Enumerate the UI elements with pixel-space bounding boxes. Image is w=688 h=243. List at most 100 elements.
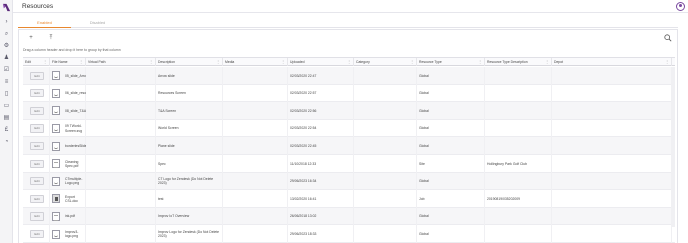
resource-type-cell: Global [417,207,485,226]
resource-type-description-cell [485,225,552,243]
edit-button[interactable]: Edit [30,230,44,239]
column-header[interactable]: Resource Type ⋮ [417,58,485,66]
user-avatar-icon[interactable] [676,2,685,11]
expand-chevron-icon[interactable]: › [3,19,10,26]
file-thumbnail-icon[interactable] [52,88,60,98]
search-icon[interactable]: ⌕ [3,31,10,38]
depot-cell [552,67,672,85]
file-thumbnail-icon[interactable] [52,141,60,151]
table-row[interactable]: Edit 06_slide_resources_button.svg Resourc… [23,84,675,103]
settings-icon[interactable]: ⚙ [3,43,10,50]
edit-button[interactable]: Edit [30,142,44,151]
depot-cell [552,190,672,208]
resource-type-description-cell [485,137,552,155]
file-thumbnail-icon[interactable] [52,124,60,134]
resource-type-cell: Global [417,119,485,138]
column-menu-icon[interactable]: ⋮ [545,58,549,66]
virtual-path-cell [86,172,156,191]
depot-cell [552,207,672,226]
column-header[interactable]: Description ⋮ [156,58,223,66]
column-menu-icon[interactable]: ⋮ [665,58,669,66]
file-name[interactable]: Cleaning Spec.pdf [63,155,86,173]
column-menu-icon[interactable]: ⋮ [281,58,285,66]
uploaded-cell: 02/03/2020 22:56 [288,102,354,120]
document-icon[interactable]: ▯ [3,91,10,98]
column-header[interactable]: Category ⋮ [354,58,417,66]
app-logo-icon[interactable] [2,3,11,12]
search-icon[interactable] [664,34,672,42]
tab-disabled[interactable]: Disabled [71,18,124,28]
edit-button[interactable]: Edit [30,177,44,186]
edit-button[interactable]: Edit [30,124,44,133]
uploaded-cell: 02/03/2020 22:45 [288,137,354,155]
file-thumbnail-icon[interactable] [52,106,60,116]
file-name[interactable]: 06_slide_resources_button.svg [63,85,86,103]
add-icon[interactable]: + [27,34,35,42]
file-name[interactable]: 05_slide_Arrow.svg [63,67,86,85]
table-row[interactable]: Edit borderlesSlide.svg Plane slide 02/03/2… [23,137,675,155]
table-row[interactable]: Edit 09 TWorld-Screen.svg World Screen 02/0… [23,119,675,138]
description-cell: Plane slide [156,137,223,155]
column-menu-icon[interactable]: ⋮ [478,58,482,66]
column-header[interactable]: Resource Type Description ⋮ [485,58,552,66]
help-icon[interactable]: ◔ [3,139,10,146]
vertical-scrollbar[interactable] [672,67,675,227]
table-row[interactable]: Edit CTmultiple-Logo.png CT Logo for Zende… [23,172,675,191]
edit-cell: Edit [23,67,50,85]
media-cell [223,225,288,243]
table-row[interactable]: Edit Improv3-logo.png Improv Logo for Zend… [23,225,675,243]
file-name[interactable]: Export CSL.doc [63,190,86,208]
column-menu-icon[interactable]: ⋮ [410,58,414,66]
edit-button[interactable]: Edit [30,194,44,204]
uploaded-cell: 29/06/2023 18:33 [288,225,354,243]
person-icon[interactable]: ♟ [3,55,10,62]
column-menu-icon[interactable]: ⋮ [216,58,220,66]
depot-cell [552,84,672,103]
column-header[interactable]: Virtual Path ⋮ [86,58,156,66]
file-name[interactable]: Improv3-logo.png [63,225,86,243]
column-menu-icon[interactable]: ⋮ [79,58,83,66]
edit-button[interactable]: Edit [30,89,44,98]
edit-button[interactable]: Edit [30,106,44,116]
table-row[interactable]: Edit Export CSL.doc test 13/02/2020 16:41 Jo… [23,190,675,208]
file-name[interactable]: ink.pdf [63,208,86,226]
column-menu-icon[interactable]: ⋮ [43,58,47,66]
file-thumbnail-icon[interactable] [52,71,60,81]
group-drop-zone[interactable]: Drag a column header and drop it here to… [23,48,121,52]
media-cell [223,190,288,208]
file-thumbnail-icon[interactable] [52,176,60,186]
column-header[interactable]: Depot ⋮ [552,58,672,66]
resources-grid: Edit ⋮ File Name ⋮ Virtual Path ⋮ Description ⋮… [23,57,675,243]
column-header[interactable]: File Name ⋮ [50,58,86,66]
file-name[interactable]: CTmultiple-Logo.png [63,173,86,191]
table-row[interactable]: Edit 08_slide_T&A.svg T&A Screen 02/03/2020… [23,102,675,120]
edit-button[interactable]: Edit [30,71,44,80]
column-menu-icon[interactable]: ⋮ [347,58,351,66]
column-header[interactable]: Edit ⋮ [23,58,50,66]
table-row[interactable]: Edit 05_slide_Arrow.svg Arrow slide 02/03/2… [23,67,675,85]
column-header[interactable]: Media ⋮ [223,58,288,66]
edit-button[interactable]: Edit [30,159,44,168]
list-icon[interactable]: ≡ [3,79,10,86]
table-row[interactable]: Edit Cleaning Spec.pdf Spec 11/10/2018 12:3… [23,155,675,173]
file-thumbnail-icon[interactable] [52,159,60,169]
column-header[interactable]: Uploaded ⋮ [288,58,354,66]
pound-icon[interactable]: £ [3,127,10,134]
file-name[interactable]: 08_slide_T&A.svg [63,102,86,120]
edit-cell: Edit [23,155,50,173]
tasks-icon[interactable]: ☑ [3,67,10,74]
category-cell [354,102,417,120]
edit-button[interactable]: Edit [30,212,44,221]
file-thumbnail-icon[interactable] [52,212,60,222]
column-menu-icon[interactable]: ⋮ [149,58,153,66]
upload-icon[interactable]: ⤒ [47,34,55,42]
monitor-icon[interactable]: ▭ [3,103,10,110]
file-thumbnail-icon[interactable] [52,229,60,239]
file-name[interactable]: borderlesSlide.svg [63,137,86,155]
report-icon[interactable]: ▤ [3,115,10,122]
table-row[interactable]: Edit ink.pdf Improv IoT Overview 26/06/2018… [23,207,675,226]
file-thumbnail-icon[interactable] [52,194,60,204]
tab-enabled[interactable]: Enabled [18,18,71,28]
virtual-path-cell [86,84,156,103]
file-name[interactable]: 09 TWorld-Screen.svg [63,120,86,138]
